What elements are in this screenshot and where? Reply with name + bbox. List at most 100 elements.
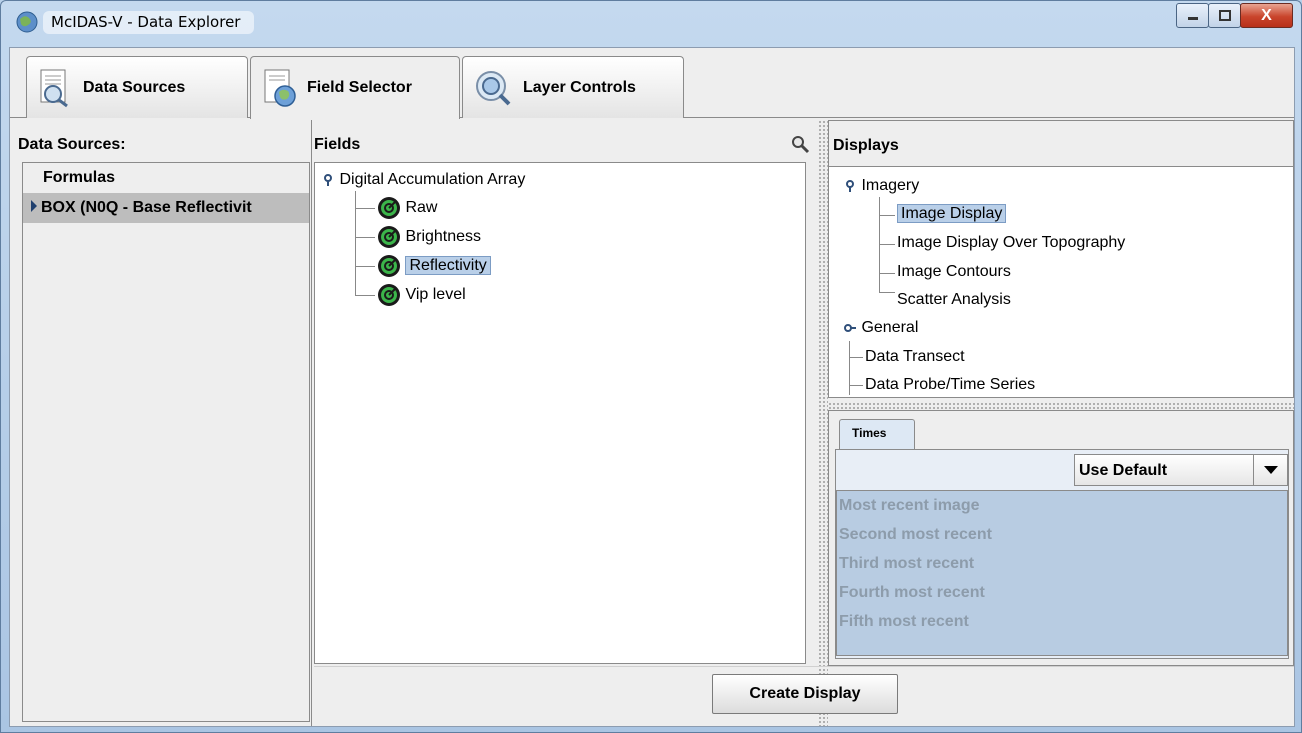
tree-connector	[355, 191, 356, 295]
tab-layer-controls[interactable]: Layer Controls	[462, 56, 684, 118]
tree-connector	[879, 244, 895, 245]
mcidas-app-icon	[16, 11, 38, 33]
times-mode-value: Use Default	[1079, 462, 1168, 479]
search-icon[interactable]	[790, 134, 810, 154]
times-box: Times Use Default Most recent image Seco…	[828, 410, 1294, 666]
displays-header-label: Displays	[833, 137, 899, 154]
tree-node-root[interactable]: Digital Accumulation Array	[321, 167, 525, 193]
maximize-button[interactable]	[1208, 3, 1241, 28]
tree-node-label: Scatter Analysis	[897, 291, 1011, 308]
list-item-label: BOX (N0Q - Base Reflectivit	[41, 199, 252, 216]
tree-expanded-handle-icon	[846, 179, 854, 192]
tree-collapsed-handle-icon	[844, 323, 856, 332]
create-display-button[interactable]: Create Display	[712, 674, 898, 714]
times-panel: Use Default Most recent image Second mos…	[835, 449, 1289, 659]
tree-node-image-display-topography[interactable]: Image Display Over Topography	[897, 230, 1125, 256]
data-sources-icon	[40, 69, 68, 107]
displays-tree: Imagery Image Display Image Display Over…	[828, 166, 1294, 398]
tab-label: Layer Controls	[523, 78, 636, 96]
tree-node-data-transect[interactable]: Data Transect	[865, 344, 965, 370]
chevron-down-icon	[1263, 466, 1278, 474]
tree-connector	[849, 357, 863, 358]
layer-controls-icon	[476, 70, 511, 105]
field-selector-icon	[264, 69, 296, 107]
window-controls: X	[1176, 3, 1293, 28]
tree-node-imagery[interactable]: Imagery	[843, 173, 919, 199]
tab-data-sources[interactable]: Data Sources	[26, 56, 248, 118]
tree-node-label: General	[861, 319, 919, 336]
minimize-icon	[1187, 16, 1198, 20]
times-list: Most recent image Second most recent Thi…	[836, 490, 1288, 656]
close-button[interactable]: X	[1240, 3, 1293, 28]
window-title: McIDAS-V - Data Explorer	[43, 11, 255, 34]
tree-connector	[355, 266, 375, 267]
horizontal-splitter[interactable]	[828, 402, 1294, 410]
tree-node-label: Reflectivity	[405, 256, 491, 275]
list-item-formulas[interactable]: Formulas	[23, 163, 309, 193]
explorer-content: Data Sources Field Selector Layer Contro…	[9, 47, 1295, 727]
list-item: Third most recent	[839, 555, 975, 572]
tree-connector	[849, 385, 863, 386]
radar-field-icon	[378, 196, 400, 219]
tree-node-image-display[interactable]: Image Display	[897, 201, 1007, 227]
tree-node-brightness[interactable]: Brightness	[377, 224, 481, 250]
tree-node-label: Data Probe/Time Series	[865, 376, 1036, 393]
tree-node-general[interactable]: General	[843, 315, 919, 341]
tree-connector	[355, 295, 375, 296]
tree-node-image-contours[interactable]: Image Contours	[897, 259, 1011, 285]
fields-header: Fields	[314, 136, 361, 153]
tree-node-label: Digital Accumulation Array	[339, 171, 526, 188]
tab-label: Data Sources	[83, 78, 186, 96]
tree-expanded-handle-icon	[324, 173, 332, 186]
tree-node-raw[interactable]: Raw	[377, 195, 437, 221]
tree-node-label: Vip level	[405, 286, 466, 303]
times-mode-select[interactable]: Use Default	[1074, 454, 1288, 486]
tree-connector	[355, 208, 375, 209]
tree-connector	[879, 273, 895, 274]
displays-header: Displays	[828, 120, 1294, 166]
tree-node-label: Image Display Over Topography	[897, 234, 1126, 251]
divider	[314, 666, 1294, 667]
main-tab-bar: Data Sources Field Selector Layer Contro…	[10, 48, 1294, 119]
list-item: Most recent image	[839, 497, 980, 514]
tree-node-label: Image Contours	[897, 263, 1011, 280]
radar-field-icon	[378, 225, 400, 248]
tab-field-selector[interactable]: Field Selector	[250, 56, 460, 119]
tree-node-data-probe[interactable]: Data Probe/Time Series	[865, 372, 1035, 398]
tree-connector	[355, 237, 375, 238]
maximize-icon	[1218, 9, 1231, 21]
expand-arrow-icon	[31, 200, 37, 212]
list-item: Second most recent	[839, 526, 992, 543]
minimize-button[interactable]	[1176, 3, 1209, 28]
vertical-splitter[interactable]	[818, 120, 828, 726]
radar-field-icon	[378, 254, 400, 277]
tree-connector	[879, 292, 895, 293]
tree-node-label: Imagery	[861, 177, 920, 194]
list-item-box-source[interactable]: BOX (N0Q - Base Reflectivit	[23, 193, 309, 223]
tree-node-label: Image Display	[897, 204, 1007, 223]
data-explorer-window: McIDAS-V - Data Explorer X Data Sources …	[0, 0, 1302, 733]
dropdown-button[interactable]	[1253, 455, 1287, 485]
data-sources-header: Data Sources:	[18, 136, 126, 153]
tree-connector	[879, 197, 880, 293]
tree-node-vip-level[interactable]: Vip level	[377, 282, 466, 308]
fields-tree: Digital Accumulation Array Raw Brightnes…	[314, 162, 806, 664]
tree-node-scatter-analysis[interactable]: Scatter Analysis	[897, 287, 1011, 313]
list-item-label: Formulas	[43, 169, 116, 186]
tab-label: Field Selector	[307, 79, 412, 96]
data-sources-panel: Data Sources: Formulas BOX (N0Q - Base R…	[10, 120, 312, 726]
tree-node-label: Brightness	[405, 228, 482, 245]
list-item: Fourth most recent	[839, 584, 985, 601]
list-item: Fifth most recent	[839, 613, 969, 630]
fields-panel: Fields Digital Accumulation Array Raw Br…	[314, 120, 814, 666]
displays-panel: Displays Imagery Image Display Image Dis…	[828, 120, 1294, 666]
tree-node-label: Raw	[405, 199, 438, 216]
close-icon: X	[1261, 6, 1272, 24]
tree-node-reflectivity[interactable]: Reflectivity	[377, 253, 491, 279]
data-sources-list: Formulas BOX (N0Q - Base Reflectivit	[22, 162, 310, 722]
tab-times[interactable]: Times	[839, 419, 915, 449]
tree-connector	[879, 215, 895, 216]
tree-node-label: Data Transect	[865, 348, 965, 365]
title-bar[interactable]: McIDAS-V - Data Explorer X	[1, 1, 1301, 47]
radar-field-icon	[378, 283, 400, 306]
